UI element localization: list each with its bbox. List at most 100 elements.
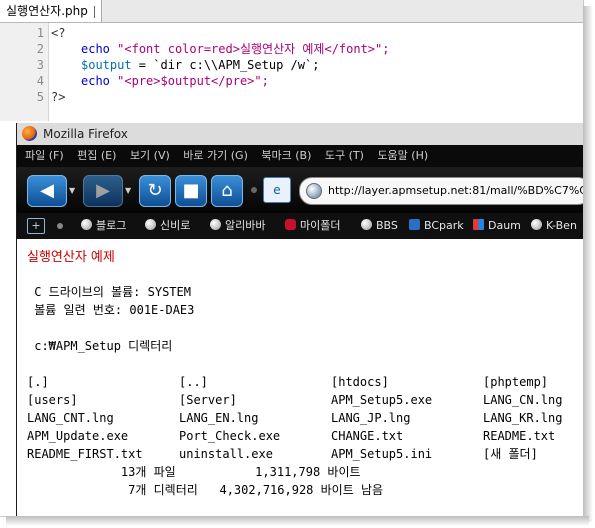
toolbar-separator [251, 187, 257, 193]
listing-entry: APM_Setup5.ini [331, 447, 433, 461]
summary-directories: 7개 디렉터리 4,302,716,928 바이트 남음 [27, 483, 384, 497]
summary-files: 13개 파일 1,311,798 바이트 [27, 465, 361, 479]
frame-shadow-bottom [6, 516, 589, 526]
listing-entry: APM_Setup5.exe [331, 393, 433, 407]
page-content: 실행연산자 예제 C 드라이브의 볼륨: SYSTEM 볼륨 일련 번호: 00… [17, 240, 583, 516]
globe-icon [210, 219, 221, 230]
bookmark-label: BBS [376, 219, 398, 232]
page-heading: 실행연산자 예제 [27, 250, 115, 265]
listing-entry: CHANGE.txt [331, 429, 404, 443]
listing-entry: [users] [27, 393, 78, 407]
code-line-2: echo "<font color=red>실행연산자 예제</font>"; [81, 41, 390, 57]
firefox-title-bar[interactable]: Mozilla Firefox [17, 123, 583, 145]
line-number: 3 [36, 58, 44, 72]
back-arrow-icon: ◀ [40, 180, 54, 201]
reload-icon: ↻ [147, 180, 163, 201]
string-literal: "<pre>$output</pre>"; [117, 74, 269, 88]
code-line-1: <? [51, 26, 66, 40]
bookmark-label: Daum [488, 219, 521, 232]
bookmark-alibaba[interactable]: 알리바바 [210, 213, 265, 239]
tab-divider [93, 5, 95, 18]
listing-entry: README.txt [483, 429, 556, 443]
daum-icon [473, 219, 484, 230]
editor-file-tab[interactable]: 실행연산자.php [0, 0, 102, 22]
keyword-echo: echo [81, 74, 110, 88]
forward-button[interactable]: ▶ [83, 175, 123, 207]
serial-line: 볼륨 일련 번호: 001E-DAE3 [27, 303, 195, 317]
globe-icon [145, 219, 156, 230]
forward-arrow-icon: ▶ [96, 180, 110, 201]
bookmark-myfolder[interactable]: 마이폴더 [285, 213, 340, 239]
menu-view[interactable]: 보기 (V) [130, 149, 170, 162]
back-button[interactable]: ◀ [27, 175, 67, 207]
url-bar[interactable]: http://layer.apmsetup.net:81/mall/%BD%C7… [299, 177, 584, 205]
firefox-logo-icon [22, 126, 37, 141]
editor-tab-bar: 실행연산자.php [0, 0, 583, 23]
editor-file-tab-label: 실행연산자.php [6, 4, 88, 18]
ie-tab-icon: e [273, 183, 281, 197]
bookmark-label: 블로그 [96, 219, 127, 232]
navigation-toolbar: ◀ ▼ ▶ ▼ ↻ ■ ⌂ e http://layer.apmsetup.ne [17, 167, 584, 213]
code-line-3: $output = `dir c:\\APM_Setup /w`; [81, 57, 319, 73]
code-editor[interactable]: <? echo "<font color=red>실행연산자 예제</font>… [49, 23, 583, 121]
new-tab-icon[interactable]: + [27, 218, 45, 234]
reload-button[interactable]: ↻ [139, 175, 171, 207]
menu-edit[interactable]: 편집 (E) [77, 149, 116, 162]
editor-gutter: 1 2 3 4 5 [0, 23, 49, 121]
volume-line: C 드라이브의 볼륨: SYSTEM [27, 285, 191, 299]
bookmark-label: 마이폴더 [300, 219, 341, 232]
bcpark-icon [409, 219, 420, 230]
folder-icon [285, 219, 296, 230]
firefox-window: Mozilla Firefox 파일 (F) 편집 (E) 보기 (V) 바로 … [16, 123, 584, 516]
bookmarks-toolbar: + 블로그 신비로 알리바바 마이폴더 BBS BCpark Daum K-Be… [17, 213, 583, 239]
line-number: 4 [36, 74, 44, 88]
stop-icon: ■ [182, 180, 200, 201]
listing-entry: LANG_KR.lng [483, 411, 563, 425]
globe-icon [361, 219, 372, 230]
bookmark-sinbiro[interactable]: 신비로 [145, 213, 190, 239]
listing-entry: [새 폴더] [483, 447, 538, 461]
frame-shadow-right [583, 6, 593, 522]
directory-line: c:₩APM_Setup 디렉터리 [27, 339, 173, 353]
line-number: 5 [36, 90, 44, 104]
home-icon: ⌂ [221, 180, 233, 201]
site-identity-icon[interactable] [306, 183, 322, 199]
forward-history-dropdown-icon[interactable]: ▼ [125, 187, 133, 195]
listing-entry: [htdocs] [331, 375, 389, 389]
backtick-command: = `dir c:\\APM_Setup /w`; [131, 58, 320, 72]
ie-tab-button[interactable]: e [263, 177, 291, 203]
screenshot-frame: 실행연산자.php 1 2 3 4 5 <? echo "<font color… [0, 0, 584, 517]
listing-entry: [.] [27, 375, 49, 389]
bookmark-label: 신비로 [160, 219, 191, 232]
listing-entry: uninstall.exe [179, 447, 273, 461]
menu-file[interactable]: 파일 (F) [25, 149, 64, 162]
bookmark-kben[interactable]: K-Ben [531, 213, 577, 239]
menu-bar: 파일 (F) 편집 (E) 보기 (V) 바로 가기 (G) 북마크 (B) 도… [17, 145, 583, 167]
back-history-dropdown-icon[interactable]: ▼ [69, 187, 77, 195]
listing-entry: LANG_CNT.lng [27, 411, 114, 425]
listing-entry: [Server] [179, 393, 237, 407]
string-literal: "<font color=red>실행연산자 예제</font>"; [117, 42, 390, 56]
line-number: 1 [36, 26, 44, 40]
listing-entry: README_FIRST.txt [27, 447, 143, 461]
listing-entry: [phptemp] [483, 375, 549, 389]
code-line-4: echo "<pre>$output</pre>"; [81, 73, 269, 89]
menu-help[interactable]: 도움말 (H) [377, 149, 428, 162]
globe-icon [531, 219, 542, 230]
bookmark-label: 알리바바 [225, 219, 266, 232]
stop-button[interactable]: ■ [175, 175, 207, 207]
menu-tools[interactable]: 도구 (T) [325, 149, 364, 162]
url-text: http://layer.apmsetup.net:81/mall/%BD%C7… [328, 184, 584, 197]
menu-go[interactable]: 바로 가기 (G) [183, 149, 248, 162]
bookmark-bbs[interactable]: BBS [361, 213, 398, 239]
bookmark-daum[interactable]: Daum [473, 213, 521, 239]
home-button[interactable]: ⌂ [211, 175, 243, 207]
bookmark-bcpark[interactable]: BCpark [409, 213, 464, 239]
listing-entry: [..] [179, 375, 208, 389]
menu-bookmarks[interactable]: 북마크 (B) [261, 149, 311, 162]
bookmark-blog[interactable]: 블로그 [81, 213, 126, 239]
window-title: Mozilla Firefox [43, 127, 128, 141]
bookmark-label: K-Ben [546, 219, 577, 232]
code-line-5: ?> [51, 90, 66, 104]
variable-output: $output [81, 58, 132, 72]
